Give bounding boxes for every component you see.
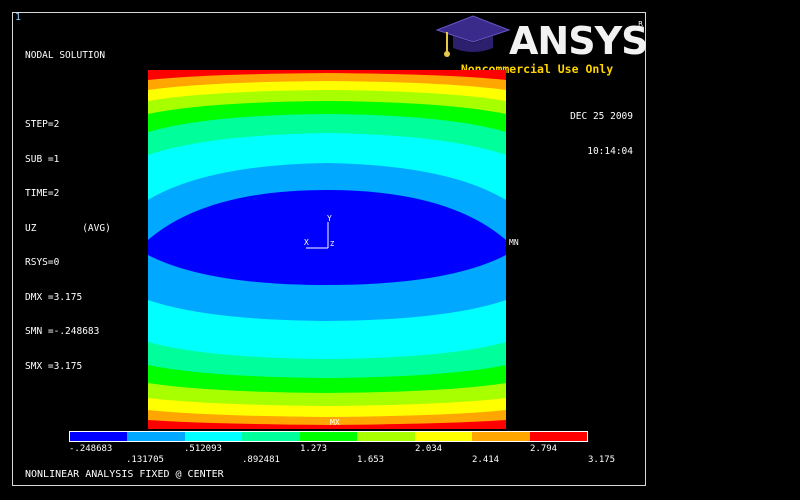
legend-swatch xyxy=(184,432,243,441)
date-text: DEC 25 2009 xyxy=(570,111,633,122)
legend-swatch xyxy=(70,432,128,441)
info-line: SMN =-.248683 xyxy=(25,326,100,337)
triad-y-label: Y xyxy=(327,214,332,223)
legend-label: 2.794 xyxy=(530,444,558,454)
legend-label: .892481 xyxy=(242,455,280,465)
logo-wordmark: ANSYS xyxy=(509,19,648,63)
info-line xyxy=(25,85,111,97)
info-line: SMX =3.175 xyxy=(25,360,83,372)
triad-axes-icon: Y X Z xyxy=(304,214,334,249)
legend-swatch xyxy=(529,432,587,441)
solution-info-block: NODAL SOLUTION STEP=2 SUB =1 TIME=2 UZ (… xyxy=(25,27,111,384)
info-line: STEP=2 xyxy=(25,119,60,130)
info-line: RSYS=0 xyxy=(25,257,60,268)
window-number: 1 xyxy=(15,12,22,23)
info-line: TIME=2 xyxy=(25,188,60,199)
legend-swatch xyxy=(472,432,530,441)
triad-z-label: Z xyxy=(330,240,334,248)
legend-label: 1.273 xyxy=(300,444,328,454)
legend-label: 2.414 xyxy=(472,455,500,465)
info-line: SUB =1 xyxy=(25,153,60,165)
graduation-cap-icon xyxy=(435,15,511,57)
legend-label: 3.175 xyxy=(588,455,616,465)
info-line: UZ (AVG) xyxy=(25,222,111,234)
time-text: 10:14:04 xyxy=(587,145,633,157)
coordinate-triad: Y X Z xyxy=(300,212,340,252)
legend-swatch xyxy=(299,432,358,441)
contour-legend-bar xyxy=(69,431,588,442)
legend-label: .131705 xyxy=(126,455,164,465)
legend-label: 2.034 xyxy=(415,444,443,454)
info-line: DMX =3.175 xyxy=(25,291,83,303)
triad-x-label: X xyxy=(304,238,309,247)
max-marker-label: MX xyxy=(330,418,340,427)
legend-swatch xyxy=(357,432,415,441)
legend-swatch xyxy=(242,432,300,441)
datetime-stamp: DEC 25 2009 10:14:04 xyxy=(520,88,633,169)
legend-swatch xyxy=(127,432,185,441)
info-line: NODAL SOLUTION xyxy=(25,50,106,61)
registered-mark: R xyxy=(638,20,643,28)
legend-label: -.248683 xyxy=(69,444,113,454)
legend-label: .512093 xyxy=(184,444,222,454)
min-marker-label: MN xyxy=(509,238,519,247)
analysis-title: NONLINEAR ANALYSIS FIXED @ CENTER xyxy=(25,469,224,480)
legend-swatch xyxy=(414,432,473,441)
legend-label: 1.653 xyxy=(357,455,385,465)
